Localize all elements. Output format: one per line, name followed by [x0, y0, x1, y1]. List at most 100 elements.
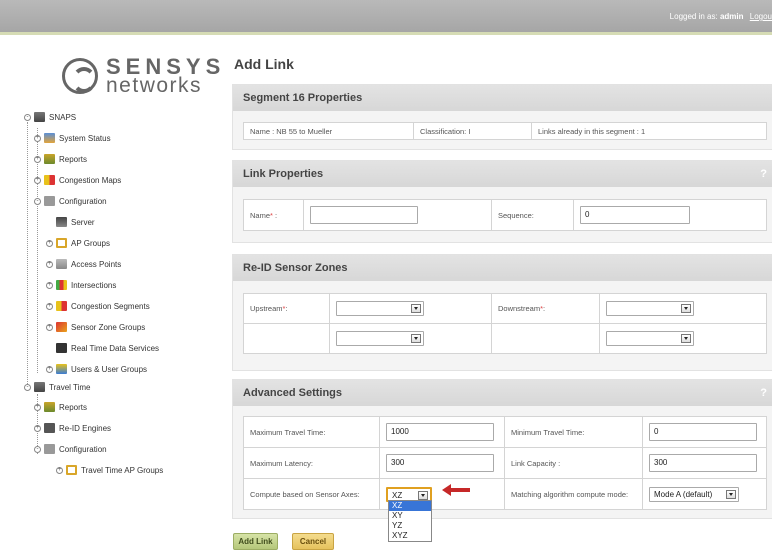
dropdown-option-yz[interactable]: YZ [389, 521, 431, 531]
access-point-icon [56, 259, 67, 269]
min-travel-time-label: Minimum Travel Time: [504, 416, 643, 448]
chevron-down-icon [681, 304, 691, 313]
tree-node-congestion-maps[interactable]: + Congestion Maps [34, 173, 121, 187]
logout-link[interactable]: Logou [750, 12, 772, 21]
dropdown-option-xy[interactable]: XY [389, 511, 431, 521]
panel-header: Advanced Settings ? [233, 380, 772, 406]
compute-axes-dropdown: XZ XY YZ XYZ [388, 500, 432, 542]
tree-node-tt-configuration[interactable]: - Configuration [34, 442, 107, 456]
downstream-label: Downstream*: [491, 293, 600, 324]
tree-label: Configuration [59, 196, 107, 206]
ap-group-icon [66, 465, 77, 475]
dropdown-option-xyz[interactable]: XYZ [389, 531, 431, 541]
tree-node-real-time-data-services[interactable]: Real Time Data Services [46, 341, 159, 355]
dropdown-option-xz[interactable]: XZ [389, 501, 431, 511]
upstream-label: Upstream*: [243, 293, 330, 324]
max-travel-time-input[interactable]: 1000 [386, 423, 494, 441]
add-link-button[interactable]: Add Link [233, 533, 278, 550]
panel-header-title: Advanced Settings [243, 387, 343, 399]
reports-icon [44, 154, 55, 164]
tree-node-configuration[interactable]: - Configuration [34, 194, 107, 208]
sequence-input[interactable]: 0 [580, 206, 690, 224]
username: admin [719, 12, 744, 21]
tree-label: Congestion Segments [71, 301, 150, 311]
status-icon [44, 133, 55, 143]
database-icon [34, 382, 45, 392]
min-travel-time-input[interactable]: 0 [649, 423, 757, 441]
expand-toggle-icon[interactable]: + [34, 155, 41, 163]
downstream-select-2[interactable] [606, 331, 694, 346]
cancel-button[interactable]: Cancel [292, 533, 334, 550]
tree-label: System Status [59, 133, 111, 143]
tree-node-reid-engines[interactable]: + Re-ID Engines [34, 421, 111, 435]
tree-node-access-points[interactable]: + Access Points [46, 257, 121, 271]
tree-node-system-status[interactable]: + System Status [34, 131, 111, 145]
tree-node-sensor-zone-groups[interactable]: + Sensor Zone Groups [46, 320, 145, 334]
expand-toggle-icon[interactable]: + [46, 260, 53, 268]
expand-toggle-icon[interactable]: + [46, 365, 53, 373]
tree-node-congestion-segments[interactable]: + Congestion Segments [46, 299, 150, 313]
expand-toggle-icon[interactable]: + [34, 134, 41, 142]
tree-node-server[interactable]: Server [46, 215, 95, 229]
expand-toggle-icon[interactable]: + [46, 281, 53, 289]
tree-node-travel-time[interactable]: - Travel Time [24, 380, 91, 394]
tree-label: Congestion Maps [59, 175, 122, 185]
chevron-down-icon [418, 490, 428, 500]
tree-node-intersections[interactable]: + Intersections [46, 278, 116, 292]
top-bar: Logged in as: admin Logou [0, 0, 772, 32]
red-arrow-icon [442, 484, 470, 496]
tree-label: Intersections [71, 280, 117, 290]
collapse-toggle-icon[interactable]: - [24, 383, 31, 391]
upstream-select-1[interactable] [336, 301, 424, 316]
login-prefix: Logged in as: [669, 12, 718, 21]
tree-label: AP Groups [71, 238, 110, 248]
expand-toggle-icon[interactable]: + [56, 466, 63, 474]
link-properties-panel: Link Properties ? Name* : Sequence: 0 [232, 160, 772, 243]
advanced-settings-panel: Advanced Settings ? Maximum Travel Time:… [232, 379, 772, 519]
tree-node-snaps[interactable]: - SNAPS [24, 110, 76, 124]
congestion-icon [44, 175, 55, 185]
reid-zones-table: Upstream*: Downstream*: [243, 293, 767, 354]
server-icon [56, 217, 67, 227]
upstream-select-2[interactable] [336, 331, 424, 346]
panel-header-title: Link Properties [243, 168, 324, 180]
link-name-input[interactable] [310, 206, 418, 224]
expand-toggle-icon[interactable]: + [34, 424, 41, 432]
max-latency-input[interactable]: 300 [386, 454, 494, 472]
expand-toggle-icon[interactable]: + [34, 176, 41, 184]
tree-label: SNAPS [49, 112, 77, 122]
panel-header: Segment 16 Properties [233, 85, 772, 111]
collapse-toggle-icon[interactable]: - [34, 445, 41, 453]
expand-toggle-icon[interactable]: + [46, 302, 53, 310]
tree-node-tt-reports[interactable]: + Reports [34, 400, 87, 414]
navigation-tree: - SNAPS + System Status + Reports + Cong… [24, 110, 214, 454]
tree-label: Real Time Data Services [71, 343, 160, 353]
tree-node-reports[interactable]: + Reports [34, 152, 87, 166]
tree-node-users-user-groups[interactable]: + Users & User Groups [46, 362, 147, 376]
ap-group-icon [56, 238, 67, 248]
collapse-toggle-icon[interactable]: - [24, 113, 31, 121]
collapse-toggle-icon[interactable]: - [34, 197, 41, 205]
header-accent-bar [0, 32, 772, 35]
expand-toggle-icon[interactable]: + [46, 323, 53, 331]
downstream-select-1[interactable] [606, 301, 694, 316]
max-latency-label: Maximum Latency: [243, 447, 380, 479]
gear-icon [44, 196, 55, 206]
matching-mode-select[interactable]: Mode A (default) [649, 486, 739, 502]
tree-label: Server [71, 217, 95, 227]
panel-header: Link Properties ? [233, 161, 772, 187]
advanced-settings-table: Maximum Travel Time: 1000 Minimum Travel… [243, 416, 767, 510]
intersection-icon [56, 280, 67, 290]
help-icon[interactable]: ? [760, 380, 767, 406]
link-capacity-input[interactable]: 300 [649, 454, 757, 472]
help-icon[interactable]: ? [760, 161, 767, 187]
data-services-icon [56, 343, 67, 353]
expand-toggle-icon[interactable]: + [34, 403, 41, 411]
panel-header: Re-ID Sensor Zones [233, 255, 772, 281]
expand-toggle-icon[interactable]: + [46, 239, 53, 247]
login-info: Logged in as: admin Logou [670, 12, 772, 21]
chevron-down-icon [726, 489, 736, 499]
tree-node-travel-time-ap-groups[interactable]: + Travel Time AP Groups [56, 463, 163, 477]
tree-node-ap-groups[interactable]: + AP Groups [46, 236, 110, 250]
compute-axes-label: Compute based on Sensor Axes: [243, 478, 380, 510]
